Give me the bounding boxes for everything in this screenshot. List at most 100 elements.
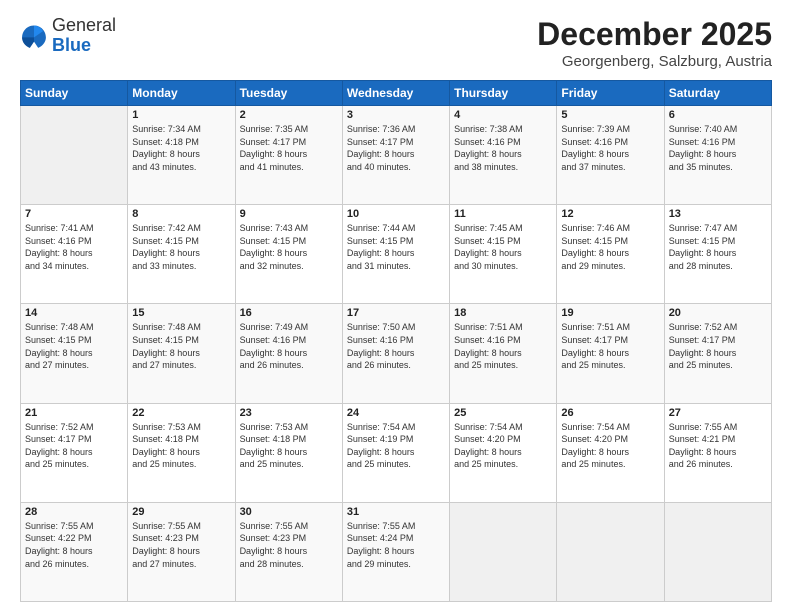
calendar-cell: 17 Sunrise: 7:50 AM Sunset: 4:16 PM Dayli…: [342, 304, 449, 403]
calendar-cell: 24 Sunrise: 7:54 AM Sunset: 4:19 PM Dayli…: [342, 403, 449, 502]
logo-blue-text: Blue: [52, 35, 91, 55]
day-info: Sunrise: 7:52 AM Sunset: 4:17 PM Dayligh…: [25, 421, 123, 471]
calendar-cell: 10 Sunrise: 7:44 AM Sunset: 4:15 PM Dayli…: [342, 205, 449, 304]
calendar-cell: 26 Sunrise: 7:54 AM Sunset: 4:20 PM Dayli…: [557, 403, 664, 502]
calendar-cell: 25Sunrise: 7:54 AM Sunset: 4:20 PM Dayli…: [450, 403, 557, 502]
location-title: Georgenberg, Salzburg, Austria: [537, 53, 772, 70]
day-number: 2: [240, 109, 338, 121]
day-number: 9: [240, 208, 338, 220]
calendar-cell: 11 Sunrise: 7:45 AM Sunset: 4:15 PM Dayli…: [450, 205, 557, 304]
day-number: 14: [25, 307, 123, 319]
calendar-cell: 7 Sunrise: 7:41 AM Sunset: 4:16 PM Daylig…: [21, 205, 128, 304]
calendar-cell: 15 Sunrise: 7:48 AM Sunset: 4:15 PM Dayli…: [128, 304, 235, 403]
day-info: Sunrise: 7:46 AM Sunset: 4:15 PM Dayligh…: [561, 222, 659, 272]
day-number: 15: [132, 307, 230, 319]
day-info: Sunrise: 7:55 AM Sunset: 4:22 PM Dayligh…: [25, 520, 123, 570]
day-info: Sunrise: 7:49 AM Sunset: 4:16 PM Dayligh…: [240, 321, 338, 371]
day-info: Sunrise: 7:41 AM Sunset: 4:16 PM Dayligh…: [25, 222, 123, 272]
day-number: 16: [240, 307, 338, 319]
logo-general-text: General: [52, 15, 116, 35]
day-info: Sunrise: 7:40 AM Sunset: 4:16 PM Dayligh…: [669, 123, 767, 173]
weekday-header-saturday: Saturday: [664, 81, 771, 106]
day-info: Sunrise: 7:50 AM Sunset: 4:16 PM Dayligh…: [347, 321, 445, 371]
calendar-cell: 2 Sunrise: 7:35 AM Sunset: 4:17 PM Daylig…: [235, 106, 342, 205]
day-number: 6: [669, 109, 767, 121]
day-info: Sunrise: 7:54 AM Sunset: 4:20 PM Dayligh…: [561, 421, 659, 471]
day-number: 27: [669, 407, 767, 419]
weekday-header-monday: Monday: [128, 81, 235, 106]
day-info: Sunrise: 7:42 AM Sunset: 4:15 PM Dayligh…: [132, 222, 230, 272]
day-info: Sunrise: 7:51 AM Sunset: 4:17 PM Dayligh…: [561, 321, 659, 371]
calendar-week-row: 7 Sunrise: 7:41 AM Sunset: 4:16 PM Daylig…: [21, 205, 772, 304]
day-info: Sunrise: 7:45 AM Sunset: 4:15 PM Dayligh…: [454, 222, 552, 272]
day-info: Sunrise: 7:48 AM Sunset: 4:15 PM Dayligh…: [25, 321, 123, 371]
calendar-cell: 6 Sunrise: 7:40 AM Sunset: 4:16 PM Daylig…: [664, 106, 771, 205]
calendar-cell: [21, 106, 128, 205]
month-title: December 2025: [537, 16, 772, 53]
calendar-cell: 19 Sunrise: 7:51 AM Sunset: 4:17 PM Dayli…: [557, 304, 664, 403]
day-number: 18: [454, 307, 552, 319]
day-number: 11: [454, 208, 552, 220]
title-block: December 2025 Georgenberg, Salzburg, Aus…: [537, 16, 772, 70]
day-number: 26: [561, 407, 659, 419]
calendar-table: SundayMondayTuesdayWednesdayThursdayFrid…: [20, 80, 772, 602]
day-number: 4: [454, 109, 552, 121]
calendar-cell: 27 Sunrise: 7:55 AM Sunset: 4:21 PM Dayli…: [664, 403, 771, 502]
calendar-cell: 12Sunrise: 7:46 AM Sunset: 4:15 PM Dayli…: [557, 205, 664, 304]
day-info: Sunrise: 7:36 AM Sunset: 4:17 PM Dayligh…: [347, 123, 445, 173]
day-number: 8: [132, 208, 230, 220]
day-number: 17: [347, 307, 445, 319]
calendar-cell: 31Sunrise: 7:55 AM Sunset: 4:24 PM Dayli…: [342, 502, 449, 601]
weekday-header-sunday: Sunday: [21, 81, 128, 106]
day-number: 25: [454, 407, 552, 419]
page: General Blue December 2025 Georgenberg, …: [0, 0, 792, 612]
calendar-cell: 14 Sunrise: 7:48 AM Sunset: 4:15 PM Dayli…: [21, 304, 128, 403]
day-info: Sunrise: 7:43 AM Sunset: 4:15 PM Dayligh…: [240, 222, 338, 272]
day-number: 30: [240, 506, 338, 518]
calendar-cell: [450, 502, 557, 601]
calendar-cell: 13Sunrise: 7:47 AM Sunset: 4:15 PM Dayli…: [664, 205, 771, 304]
day-info: Sunrise: 7:44 AM Sunset: 4:15 PM Dayligh…: [347, 222, 445, 272]
day-info: Sunrise: 7:48 AM Sunset: 4:15 PM Dayligh…: [132, 321, 230, 371]
day-number: 3: [347, 109, 445, 121]
calendar-cell: 22 Sunrise: 7:53 AM Sunset: 4:18 PM Dayli…: [128, 403, 235, 502]
day-number: 10: [347, 208, 445, 220]
calendar-cell: 18 Sunrise: 7:51 AM Sunset: 4:16 PM Dayli…: [450, 304, 557, 403]
logo: General Blue: [20, 16, 116, 56]
day-number: 1: [132, 109, 230, 121]
weekday-header-friday: Friday: [557, 81, 664, 106]
weekday-header-thursday: Thursday: [450, 81, 557, 106]
day-number: 23: [240, 407, 338, 419]
day-number: 22: [132, 407, 230, 419]
calendar-week-row: 28 Sunrise: 7:55 AM Sunset: 4:22 PM Dayli…: [21, 502, 772, 601]
day-number: 20: [669, 307, 767, 319]
day-number: 7: [25, 208, 123, 220]
day-info: Sunrise: 7:51 AM Sunset: 4:16 PM Dayligh…: [454, 321, 552, 371]
calendar-cell: 21 Sunrise: 7:52 AM Sunset: 4:17 PM Dayli…: [21, 403, 128, 502]
day-number: 5: [561, 109, 659, 121]
calendar-cell: 30 Sunrise: 7:55 AM Sunset: 4:23 PM Dayli…: [235, 502, 342, 601]
weekday-header-row: SundayMondayTuesdayWednesdayThursdayFrid…: [21, 81, 772, 106]
day-info: Sunrise: 7:53 AM Sunset: 4:18 PM Dayligh…: [132, 421, 230, 471]
calendar-cell: [557, 502, 664, 601]
calendar-cell: 16 Sunrise: 7:49 AM Sunset: 4:16 PM Dayli…: [235, 304, 342, 403]
day-info: Sunrise: 7:52 AM Sunset: 4:17 PM Dayligh…: [669, 321, 767, 371]
calendar-week-row: 21 Sunrise: 7:52 AM Sunset: 4:17 PM Dayli…: [21, 403, 772, 502]
day-number: 21: [25, 407, 123, 419]
day-info: Sunrise: 7:47 AM Sunset: 4:15 PM Dayligh…: [669, 222, 767, 272]
day-number: 19: [561, 307, 659, 319]
day-number: 28: [25, 506, 123, 518]
calendar-week-row: 1 Sunrise: 7:34 AM Sunset: 4:18 PM Daylig…: [21, 106, 772, 205]
day-info: Sunrise: 7:35 AM Sunset: 4:17 PM Dayligh…: [240, 123, 338, 173]
calendar-cell: 28 Sunrise: 7:55 AM Sunset: 4:22 PM Dayli…: [21, 502, 128, 601]
day-info: Sunrise: 7:55 AM Sunset: 4:21 PM Dayligh…: [669, 421, 767, 471]
day-info: Sunrise: 7:53 AM Sunset: 4:18 PM Dayligh…: [240, 421, 338, 471]
day-number: 29: [132, 506, 230, 518]
day-info: Sunrise: 7:55 AM Sunset: 4:23 PM Dayligh…: [240, 520, 338, 570]
day-info: Sunrise: 7:34 AM Sunset: 4:18 PM Dayligh…: [132, 123, 230, 173]
day-info: Sunrise: 7:54 AM Sunset: 4:19 PM Dayligh…: [347, 421, 445, 471]
weekday-header-wednesday: Wednesday: [342, 81, 449, 106]
calendar-week-row: 14 Sunrise: 7:48 AM Sunset: 4:15 PM Dayli…: [21, 304, 772, 403]
day-number: 24: [347, 407, 445, 419]
calendar-cell: 20 Sunrise: 7:52 AM Sunset: 4:17 PM Dayli…: [664, 304, 771, 403]
